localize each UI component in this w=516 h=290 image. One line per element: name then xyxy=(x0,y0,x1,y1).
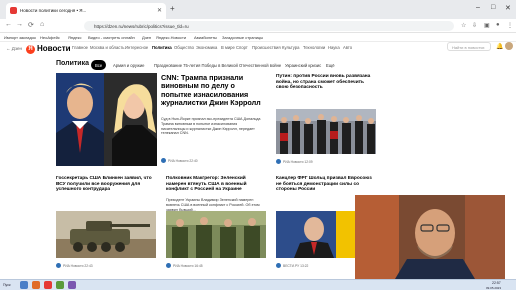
chip-all[interactable]: Все xyxy=(91,60,107,70)
close-tab-icon[interactable]: ✕ xyxy=(157,7,162,14)
chip-ukraine-crisis[interactable]: Украинский кризис xyxy=(281,60,325,70)
explorer-icon[interactable] xyxy=(20,281,28,289)
nav-item-auto[interactable]: Авто xyxy=(343,45,352,50)
bookmark-item[interactable]: Яндекс xyxy=(68,35,81,40)
avatar[interactable] xyxy=(505,42,513,50)
site-favicon-icon xyxy=(10,7,17,14)
back-to-dzen-link[interactable]: ← Дзен xyxy=(6,46,22,51)
nav-item-science[interactable]: Наука xyxy=(328,45,340,50)
bookmarks-bar: Импорт закладок НеоАфейс Яндекс Видео - … xyxy=(0,33,516,42)
new-tab-button[interactable]: + xyxy=(170,4,175,13)
nav-item-culture[interactable]: Культура xyxy=(282,45,299,50)
app-icon[interactable] xyxy=(56,281,64,289)
tray-date: 09.05.2023 xyxy=(486,286,502,290)
news-search-input[interactable]: Найти в новостях xyxy=(447,42,491,51)
main-news-desc: Суд в Нью-Йорке признал экс-президента С… xyxy=(161,117,261,136)
scholz-news-meta: ВЕСТИ.РУ 13:22 xyxy=(276,263,308,268)
bookmark-item[interactable]: Дзен xyxy=(142,35,151,40)
notifications-icon[interactable]: 🔔 xyxy=(496,43,503,50)
start-button[interactable]: Пуск xyxy=(3,283,11,287)
source-logo-icon xyxy=(276,263,281,268)
firefox-icon[interactable] xyxy=(32,281,40,289)
bookmark-item[interactable]: Импорт закладок xyxy=(4,35,36,40)
zelensky-soldiers-photo xyxy=(166,211,266,258)
trump-carroll-photo xyxy=(56,73,157,166)
nav-item-incidents[interactable]: Происшествия xyxy=(252,45,281,50)
blinken-tank-photo xyxy=(56,211,156,258)
scholz-news-source: ВЕСТИ.РУ 13:22 xyxy=(283,264,309,268)
nav-item-politics[interactable]: Политика xyxy=(152,45,172,50)
profile-icon[interactable]: ● xyxy=(496,22,500,28)
nav-item-world[interactable]: В мире xyxy=(221,45,235,50)
chip-army[interactable]: Армия и оружие xyxy=(109,60,149,70)
address-bar-row: ← → ⟳ ⌂ https://dzen.ru/news/rubric/poli… xyxy=(0,19,516,33)
nav-item-interesting[interactable]: Интересное xyxy=(125,45,148,50)
putin-parade-photo xyxy=(276,109,376,154)
putin-news-title[interactable]: Путин: против России вновь развязана вой… xyxy=(276,74,376,91)
main-news-title[interactable]: CNN: Трампа признали виновным по делу о … xyxy=(161,73,265,107)
macgregor-news-meta: РИА Новости 16:45 xyxy=(166,263,203,268)
browser-tab[interactable]: Новости политики сегодня • Я... ✕ xyxy=(6,3,166,19)
source-logo-icon xyxy=(166,263,171,268)
putin-news-card[interactable]: Путин: против России вновь развязана вой… xyxy=(276,73,376,169)
macgregor-news-card[interactable]: Полковник Макгрегор: Зеленский намерен в… xyxy=(166,175,266,275)
logo-mark: Я xyxy=(26,45,35,54)
putin-news-meta: РИА Новости 12:09 xyxy=(276,159,313,164)
url-text: https://dzen.ru/news/rubric/politics?iss… xyxy=(94,24,189,29)
macgregor-news-source: РИА Новости 16:45 xyxy=(173,264,203,268)
bookmark-item[interactable]: Видео - смотреть онлайн xyxy=(88,35,135,40)
maximize-button[interactable]: □ xyxy=(491,4,495,11)
chip-victory-day[interactable]: Празднование 75-летия Победы в Великой О… xyxy=(150,60,285,70)
scholz-news-title[interactable]: Канцлер ФРГ Шольц призвал Евросоюз не бо… xyxy=(276,176,376,193)
app-icon[interactable] xyxy=(68,281,76,289)
bookmark-item[interactable]: Загадочные страницы xyxy=(222,35,263,40)
main-news-card[interactable]: CNN: Трампа признали виновным по делу о … xyxy=(56,73,266,169)
source-logo-icon xyxy=(56,263,61,268)
blinken-news-source: РИА Новости 22:43 xyxy=(63,264,93,268)
downloads-icon[interactable]: ⇩ xyxy=(472,22,477,29)
menu-icon[interactable]: ⋮ xyxy=(507,22,513,29)
nav-item-tech[interactable]: Технологии xyxy=(303,45,325,50)
nav-item-main[interactable]: Главное xyxy=(72,45,88,50)
blinken-news-card[interactable]: Госсекретарь США Блинкен заявил, что ВСУ… xyxy=(56,175,156,275)
main-news-meta: РИА Новости 22:40 xyxy=(161,158,198,163)
webcam-overlay xyxy=(355,195,505,279)
source-logo-icon xyxy=(276,159,281,164)
source-logo-icon xyxy=(161,158,166,163)
reload-icon[interactable]: ⟳ xyxy=(28,21,34,29)
nav-item-economy[interactable]: Экономика xyxy=(196,45,217,50)
putin-news-source: РИА Новости 12:09 xyxy=(283,160,313,164)
site-logo[interactable]: Я Новости xyxy=(26,44,71,54)
os-taskbar: Пуск 22:57 09.05.2023 xyxy=(0,279,516,290)
page-title: Политика xyxy=(56,60,90,67)
blinken-news-title[interactable]: Госсекретарь США Блинкен заявил, что ВСУ… xyxy=(56,176,156,193)
url-field[interactable]: https://dzen.ru/news/rubric/politics?iss… xyxy=(84,21,454,31)
nav-item-moscow[interactable]: Москва и область xyxy=(90,45,124,50)
nav-item-society[interactable]: Общество xyxy=(174,45,194,50)
site-header: ← Дзен Я Новости Главное Москва и область… xyxy=(0,42,516,60)
bookmark-item[interactable]: Авиабилеты xyxy=(194,35,217,40)
macgregor-news-title[interactable]: Полковник Макгрегор: Зеленский намерен в… xyxy=(166,176,266,193)
search-placeholder: Найти в новостях xyxy=(452,45,485,50)
yandex-browser-icon[interactable] xyxy=(44,281,52,289)
logo-text: Новости xyxy=(37,44,71,53)
bookmark-item[interactable]: Яндекс.Новости xyxy=(156,35,186,40)
minimize-button[interactable]: – xyxy=(476,4,480,11)
blinken-news-meta: РИА Новости 22:43 xyxy=(56,263,93,268)
forward-arrow-icon[interactable]: → xyxy=(16,21,23,28)
bookmark-item[interactable]: НеоАфейс xyxy=(40,35,60,40)
nav-item-sport[interactable]: Спорт xyxy=(236,45,248,50)
tray-time: 22:57 xyxy=(492,281,501,285)
back-arrow-icon[interactable]: ← xyxy=(5,21,12,28)
extensions-icon[interactable]: ▣ xyxy=(484,22,490,29)
bookmark-star-icon[interactable]: ☆ xyxy=(461,22,466,29)
browser-tab-bar: Новости политики сегодня • Я... ✕ + – □ … xyxy=(0,0,516,19)
tab-title: Новости политики сегодня • Я... xyxy=(20,8,87,13)
chip-more[interactable]: Ещё xyxy=(322,60,339,70)
home-icon[interactable]: ⌂ xyxy=(40,21,44,28)
close-window-button[interactable]: ✕ xyxy=(505,4,511,12)
main-news-source: РИА Новости 22:40 xyxy=(168,159,198,163)
